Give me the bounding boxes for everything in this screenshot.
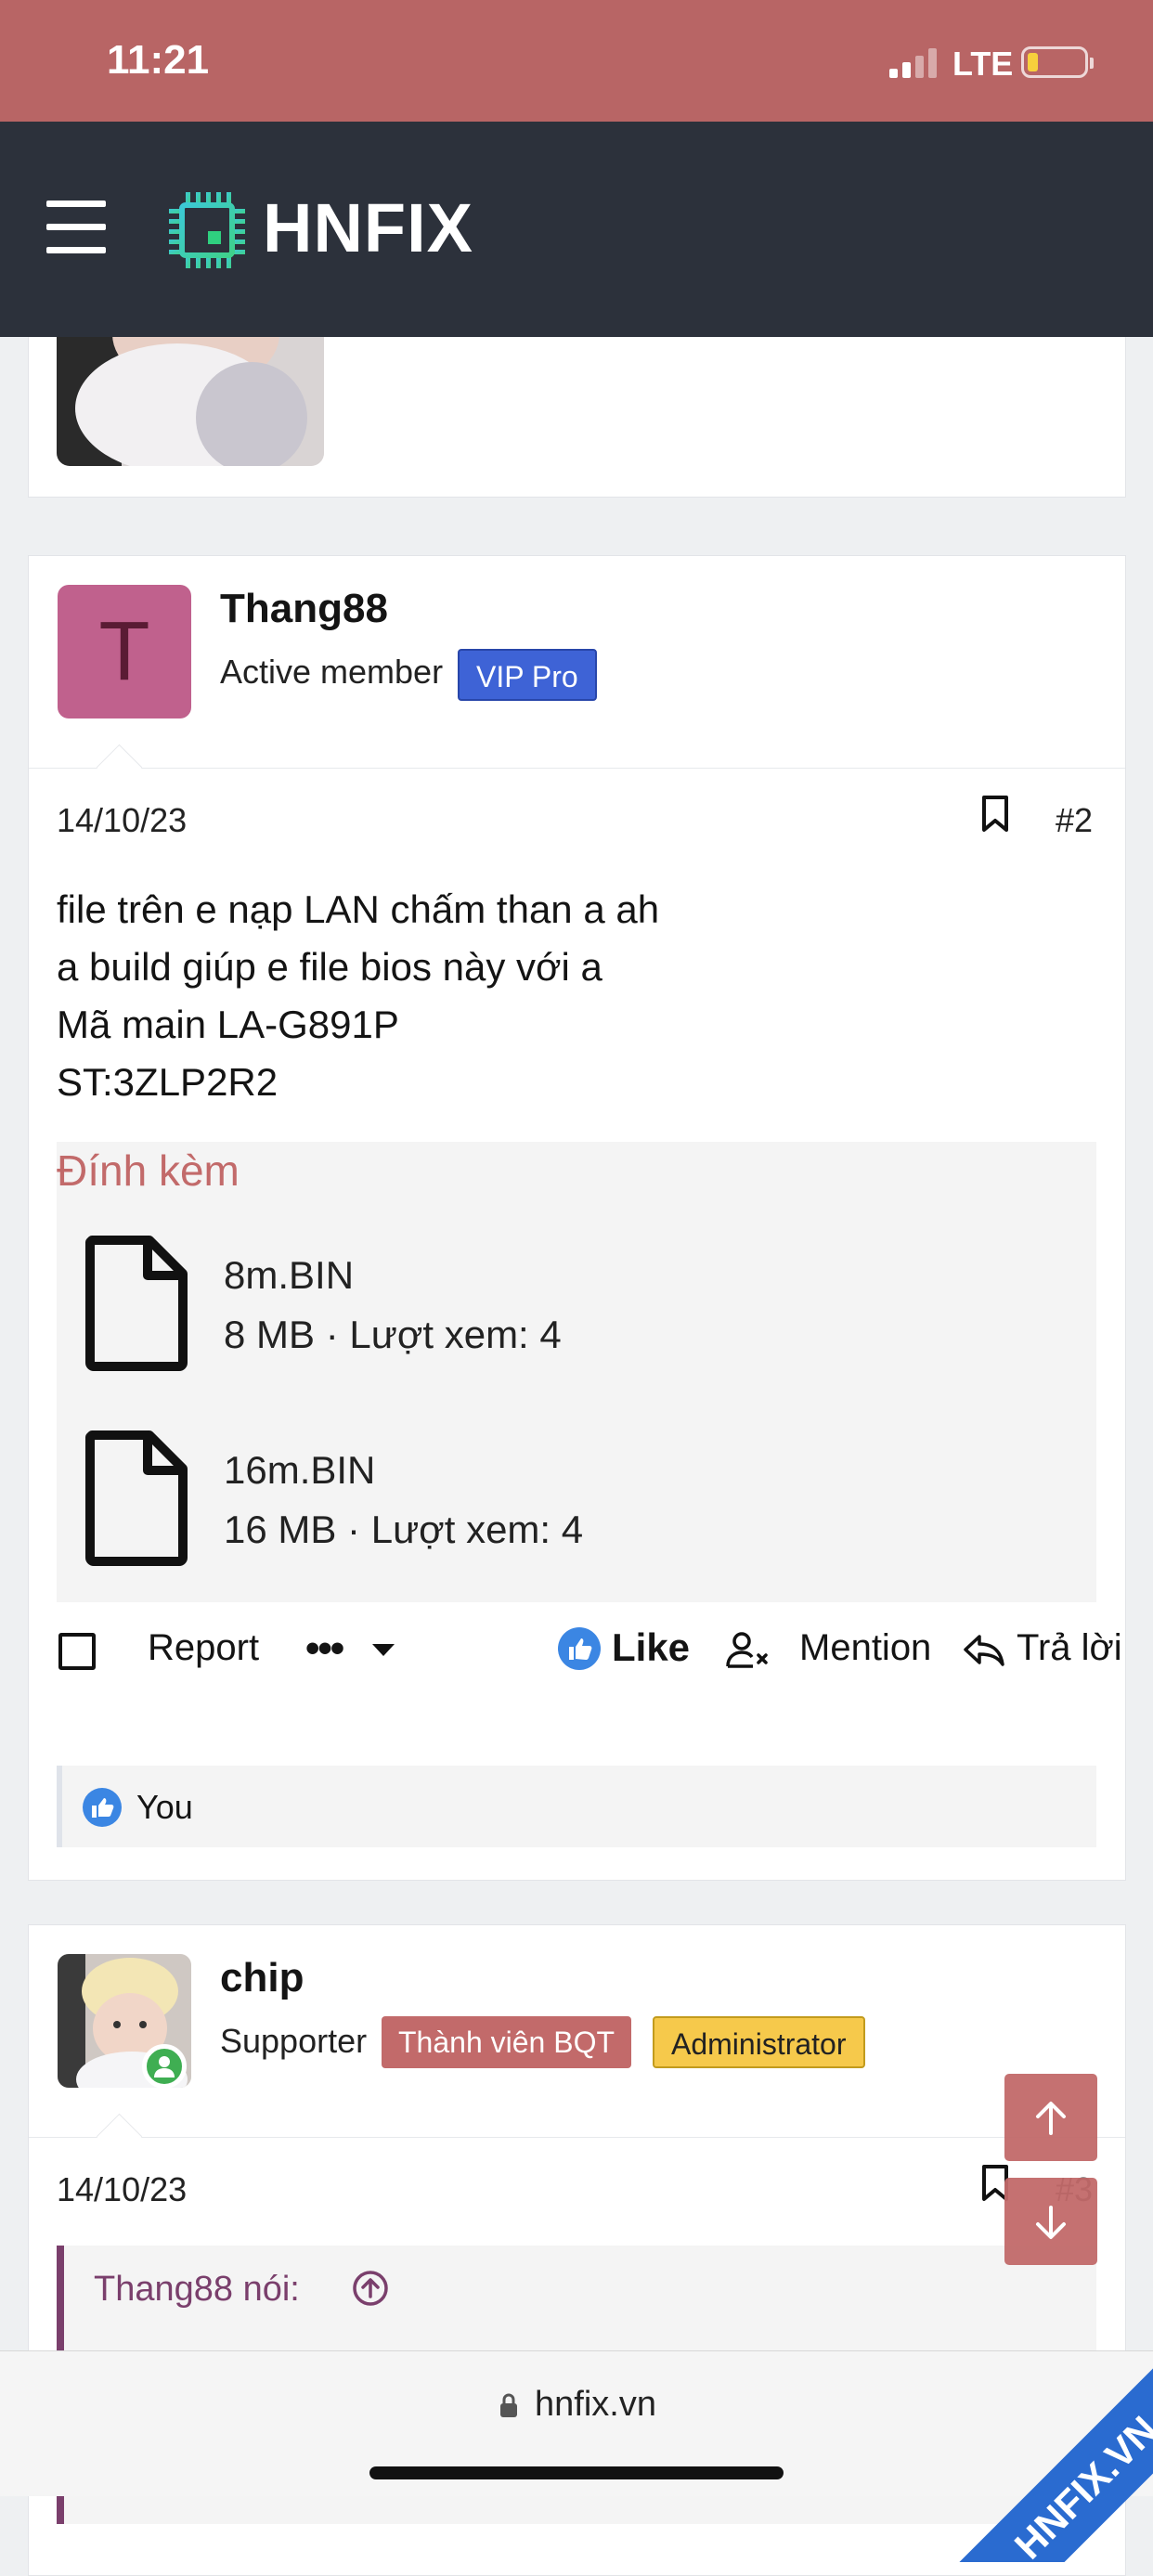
site-logo[interactable]: HNFIX — [263, 188, 473, 267]
attachments-title: Đính kèm — [57, 1146, 240, 1195]
attachments: Đính kèm 8m.BIN 8 MB · Lượt xem: 4 16m.B… — [57, 1142, 1096, 1602]
user-badge: Administrator — [653, 2016, 865, 2068]
file-meta: 16 MB · Lượt xem: 4 — [224, 1508, 584, 1551]
thumbs-up-icon — [83, 1788, 122, 1827]
browser-address-bar[interactable]: hnfix.vn — [0, 2350, 1153, 2496]
user-badge: VIP Pro — [458, 649, 597, 701]
network-label: LTE — [952, 45, 1014, 83]
username[interactable]: chip — [220, 1955, 304, 2001]
battery-icon — [1021, 46, 1094, 78]
home-indicator — [369, 2466, 784, 2479]
arrow-down-icon — [1036, 2206, 1066, 2239]
arrow-up-circle-icon[interactable] — [352, 2270, 389, 2307]
quote-author[interactable]: Thang88 nói: — [94, 2270, 300, 2310]
attachment-item[interactable]: 16m.BIN 16 MB · Lượt xem: 4 — [83, 1428, 1067, 1576]
online-status-icon — [142, 2044, 187, 2089]
attachment-item[interactable]: 8m.BIN 8 MB · Lượt xem: 4 — [83, 1233, 1067, 1381]
signal-icon — [889, 48, 938, 78]
post-header: chip Supporter Thành viên BQT Administra… — [29, 1925, 1125, 2138]
more-options-button[interactable]: ••• — [305, 1625, 344, 1672]
file-icon — [85, 1430, 188, 1566]
chip-logo-icon[interactable] — [165, 188, 249, 272]
menu-icon[interactable] — [46, 201, 106, 254]
status-time: 11:21 — [107, 37, 210, 83]
reaction-user[interactable]: You — [136, 1788, 193, 1827]
post-body-line: ST:3ZLP2R2 — [57, 1060, 279, 1104]
file-name[interactable]: 8m.BIN — [224, 1253, 354, 1298]
bookmark-icon[interactable] — [981, 796, 1009, 833]
post-number[interactable]: #2 — [1056, 801, 1093, 840]
user-title: Active member — [220, 653, 444, 691]
post-actions: Report ••• Like Mention Trả lời — [29, 1614, 1125, 1698]
post-date[interactable]: 14/10/23 — [57, 801, 187, 840]
select-checkbox[interactable] — [58, 1633, 96, 1670]
status-bar: 11:21 LTE — [0, 0, 1153, 122]
reply-icon[interactable] — [963, 1633, 1005, 1668]
post-body-line: Mã main LA-G891P — [57, 1003, 399, 1046]
scroll-to-bottom-button[interactable] — [1004, 2178, 1097, 2265]
post-body-line: a build giúp e file bios này với a — [57, 945, 602, 989]
username[interactable]: Thang88 — [220, 586, 388, 632]
mention-button[interactable]: Mention — [799, 1627, 931, 1669]
avatar[interactable]: T — [58, 585, 191, 718]
site-header: HNFIX — [0, 122, 1153, 337]
user-badge: Thành viên BQT — [382, 2016, 631, 2068]
mention-icon[interactable] — [725, 1631, 770, 1668]
reactions-bar[interactable]: You — [57, 1766, 1096, 1847]
chevron-down-icon[interactable] — [372, 1644, 395, 1656]
url-domain[interactable]: hnfix.vn — [535, 2385, 656, 2425]
user-title: Supporter — [220, 2022, 368, 2060]
thumbs-up-icon[interactable] — [558, 1627, 601, 1670]
report-link[interactable]: Report — [148, 1627, 259, 1669]
file-meta: 8 MB · Lượt xem: 4 — [224, 1313, 562, 1356]
post-body-line: file trên e nạp LAN chấm than a ah — [57, 887, 660, 931]
post-card: T Thang88 Active member VIP Pro 14/10/23… — [28, 555, 1126, 1881]
scroll-to-top-button[interactable] — [1004, 2074, 1097, 2161]
post-body: file trên e nạp LAN chấm than a ah a bui… — [57, 881, 659, 1111]
arrow-up-icon — [1036, 2102, 1066, 2135]
file-icon — [85, 1236, 188, 1371]
reply-button[interactable]: Trả lời — [1017, 1627, 1122, 1669]
like-button[interactable]: Like — [612, 1625, 690, 1670]
post-header: T Thang88 Active member VIP Pro — [29, 556, 1125, 769]
file-name[interactable]: 16m.BIN — [224, 1448, 375, 1493]
post-date[interactable]: 14/10/23 — [57, 2170, 187, 2209]
lock-icon — [500, 2393, 517, 2417]
